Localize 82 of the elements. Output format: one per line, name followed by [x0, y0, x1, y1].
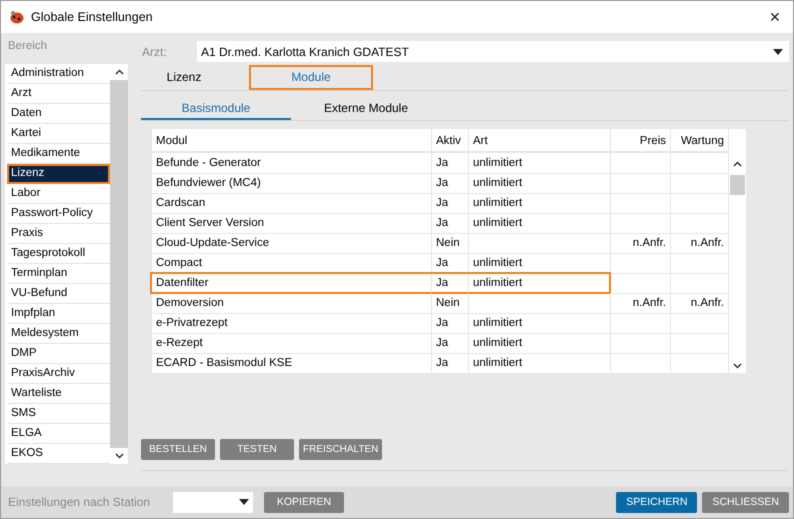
table-cell: Ja — [432, 173, 469, 194]
table-cell — [671, 213, 729, 234]
table-cell: Cardscan — [152, 193, 432, 214]
column-header[interactable]: Art — [469, 129, 611, 153]
table-cell: n.Anfr. — [611, 293, 671, 314]
action-button[interactable]: FREISCHALTEN — [299, 439, 382, 460]
table-cell: Datenfilter — [152, 273, 432, 294]
subtab[interactable]: Externe Module — [291, 98, 441, 120]
table-cell — [611, 213, 671, 234]
subtab[interactable]: Basismodule — [141, 98, 291, 120]
dialog-button[interactable]: SPEICHERN — [616, 492, 698, 512]
table-cell — [671, 193, 729, 214]
table-cell: Befunde - Generator — [152, 153, 432, 174]
table-cell: Befundviewer (MC4) — [152, 173, 432, 194]
table-cell: unlimitiert — [469, 253, 611, 274]
table-cell: e-Rezept — [152, 333, 432, 354]
table-cell — [611, 153, 671, 174]
table-cell: Ja — [432, 213, 469, 234]
table-cell: Ja — [432, 313, 469, 334]
table-cell: n.Anfr. — [671, 293, 729, 314]
dropdown-arrow-icon[interactable] — [239, 499, 249, 505]
table-cell — [611, 313, 671, 334]
action-button[interactable]: BESTELLEN — [141, 439, 215, 460]
table-cell — [671, 313, 729, 334]
table-cell — [671, 153, 729, 174]
tab[interactable]: Lizenz — [144, 65, 224, 90]
table-cell: n.Anfr. — [611, 233, 671, 254]
scroll-up-icon[interactable] — [110, 64, 128, 80]
table-cell: Ja — [432, 153, 469, 174]
scroll-up-icon[interactable] — [733, 161, 742, 167]
table-cell — [671, 253, 729, 274]
table-cell: Ja — [432, 273, 469, 294]
section-label: Bereich — [8, 40, 48, 54]
column-header[interactable]: Aktiv — [432, 129, 469, 153]
table-cell: Cloud-Update-Service — [152, 233, 432, 254]
table-cell: unlimitiert — [469, 153, 611, 174]
table-cell: Nein — [432, 233, 469, 254]
table-cell: e-Privatrezept — [152, 313, 432, 334]
dropdown-arrow-icon[interactable] — [773, 48, 783, 54]
table-cell — [611, 273, 671, 294]
scroll-down-icon[interactable] — [110, 448, 128, 464]
table-cell: unlimitiert — [469, 313, 611, 334]
table-cell: Demoversion — [152, 293, 432, 314]
table-cell — [671, 273, 729, 294]
table-cell: unlimitiert — [469, 333, 611, 354]
table-cell — [611, 253, 671, 274]
sidebar-item[interactable]: Lizenz — [7, 164, 110, 184]
table-cell — [611, 333, 671, 354]
column-header[interactable]: Modul — [152, 129, 432, 153]
table-cell: unlimitiert — [469, 173, 611, 194]
table-cell: unlimitiert — [469, 213, 611, 234]
table-cell: n.Anfr. — [671, 233, 729, 254]
table-cell: Ja — [432, 353, 469, 374]
table-cell: Ja — [432, 333, 469, 354]
table-cell: Ja — [432, 253, 469, 274]
table-cell: Compact — [152, 253, 432, 274]
table-cell — [671, 333, 729, 354]
close-icon[interactable]: ✕ — [765, 9, 785, 25]
table-cell: Nein — [432, 293, 469, 314]
dialog-button[interactable]: SCHLIESSEN — [702, 492, 789, 512]
station-label: Einstellungen nach Station — [8, 495, 152, 509]
action-button[interactable]: TESTEN — [220, 439, 294, 460]
window-title: Globale Einstellungen — [31, 10, 154, 24]
column-header[interactable]: Preis — [611, 129, 671, 153]
table-cell — [671, 173, 729, 194]
table-cell: ECARD - Basismodul KSE — [152, 353, 432, 374]
table-cell: unlimitiert — [469, 193, 611, 214]
table-cell — [611, 173, 671, 194]
scrollbar-thumb[interactable] — [730, 175, 745, 195]
table-cell: Ja — [432, 193, 469, 214]
doctor-label: Arzt: — [141, 44, 168, 58]
table-cell: unlimitiert — [469, 273, 611, 294]
doctor-dropdown[interactable]: A1 Dr.med. Karlotta Kranich GDATEST — [197, 41, 789, 62]
column-header[interactable]: Wartung — [671, 129, 729, 153]
scrollbar[interactable] — [110, 64, 128, 464]
table-cell: Client Server Version — [152, 213, 432, 234]
scroll-down-icon[interactable] — [733, 363, 742, 369]
table-cell: unlimitiert — [469, 353, 611, 374]
app-logo-icon — [9, 9, 25, 25]
tab[interactable]: Module — [249, 65, 373, 90]
copy-button[interactable]: KOPIEREN — [264, 492, 344, 512]
table-cell — [611, 193, 671, 214]
